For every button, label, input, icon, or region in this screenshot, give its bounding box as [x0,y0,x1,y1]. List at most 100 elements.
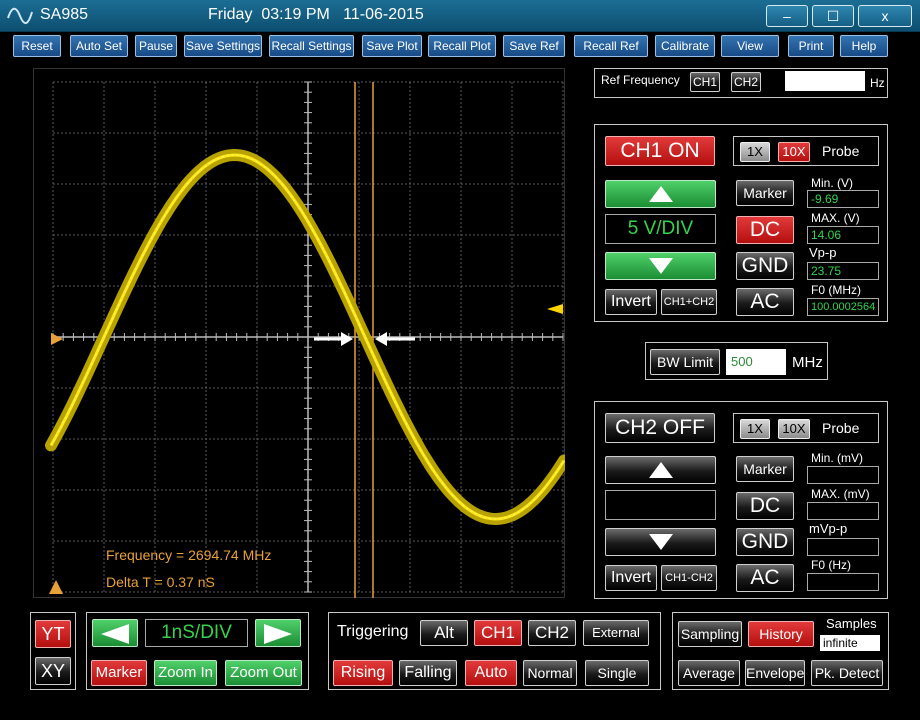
trigger-level-marker-icon[interactable] [547,304,563,314]
zoom-in-button[interactable]: Zoom In [154,660,217,686]
ref-ch2-button[interactable]: CH2 [731,72,761,92]
ch2-volts-up-button[interactable] [605,456,716,484]
ch2-volts-down-button[interactable] [605,528,716,556]
save-settings-button[interactable]: Save Settings [184,35,262,57]
recall-ref-button[interactable]: Recall Ref [574,35,648,57]
sampling-button[interactable]: Sampling [678,621,742,647]
minimize-button[interactable]: – [766,5,808,27]
ch1-min-label: Min. (V) [811,176,853,190]
trigger-ch1-button[interactable]: CH1 [474,620,522,646]
ch2-invert-button[interactable]: Invert [605,565,657,591]
ch1-dc-button[interactable]: DC [736,216,794,244]
ch1-on-button[interactable]: CH1 ON [605,136,715,166]
trigger-alt-button[interactable]: Alt [420,620,468,646]
ref-frequency-input[interactable] [785,71,865,91]
ch2-vpp-label: mVp-p [809,521,848,536]
ch1-probe-10x-button[interactable]: 10X [778,142,810,162]
trigger-falling-button[interactable]: Falling [399,660,457,686]
ch1-math-button[interactable]: CH1+CH2 [661,289,717,315]
ch1-vpp-value: 23.75 [807,262,879,280]
save-ref-button[interactable]: Save Ref [503,35,565,57]
ch1-max-label: MAX. (V) [811,211,860,225]
ch1-vpp-label: Vp-p [809,245,837,260]
ch1-f0-label: F0 (MHz) [811,283,861,297]
trigger-external-button[interactable]: External [583,620,649,646]
ch2-min-value [807,466,879,484]
bw-limit-input[interactable]: 500 [726,349,786,375]
ch1-marker-button[interactable]: Marker [736,180,794,206]
ch1-invert-button[interactable]: Invert [605,289,657,315]
ch2-min-label: Min. (mV) [811,451,863,465]
bw-limit-button[interactable]: BW Limit [650,349,720,375]
pause-button[interactable]: Pause [135,35,177,57]
calibrate-button[interactable]: Calibrate [655,35,715,57]
envelope-button[interactable]: Envelope [745,660,805,686]
waveform-logo-icon [7,7,33,24]
ch2-ac-button[interactable]: AC [736,564,794,592]
ch1-gnd-button[interactable]: GND [736,252,794,280]
ch1-probe-1x-button[interactable]: 1X [740,142,770,162]
ref-frequency-label: Ref Frequency [601,73,680,87]
timebase-increase-button[interactable] [255,619,301,647]
average-button[interactable]: Average [678,660,740,686]
maximize-button[interactable]: ☐ [812,5,854,27]
scope-graticule [45,81,565,598]
ch1-volts-div-display: 5 V/DIV [605,214,716,244]
trigger-single-button[interactable]: Single [585,660,649,686]
frequency-readout: Frequency = 2694.74 MHz [106,547,272,563]
samples-input[interactable]: infinite [820,635,880,651]
ch1-ac-button[interactable]: AC [736,288,794,316]
auto-set-button[interactable]: Auto Set [70,35,128,57]
timebase-decrease-button[interactable] [92,619,138,647]
samples-label: Samples [826,616,877,631]
delta-t-readout: Delta T = 0.37 nS [106,574,215,590]
date-time-display: Friday 03:19 PM 11-06-2015 [208,6,424,23]
ch2-gnd-button[interactable]: GND [736,528,794,556]
ch1-probe-label: Probe [822,143,860,159]
trigger-rising-button[interactable]: Rising [333,660,393,686]
close-button[interactable]: x [858,5,912,27]
ch2-dc-button[interactable]: DC [736,492,794,520]
timebase-marker-button[interactable]: Marker [91,660,147,686]
trigger-auto-button[interactable]: Auto [465,660,517,686]
right-arrow-icon [264,624,292,644]
history-button[interactable]: History [748,621,814,647]
help-button[interactable]: Help [840,35,888,57]
recall-settings-button[interactable]: Recall Settings [269,35,354,57]
yt-mode-button[interactable]: YT [35,620,71,648]
trigger-normal-button[interactable]: Normal [523,660,577,686]
ch2-math-button[interactable]: CH1-CH2 [661,565,717,591]
ch1-volts-down-button[interactable] [605,252,716,280]
delta-arrow-right-icon [375,332,415,346]
up-arrow-icon [648,186,673,202]
ch2-max-label: MAX. (mV) [811,487,870,501]
ch1-max-value: 14.06 [807,226,879,244]
trigger-ch2-button[interactable]: CH2 [528,620,576,646]
zoom-out-button[interactable]: Zoom Out [225,660,302,686]
ch2-max-value [807,502,879,520]
ref-ch1-button[interactable]: CH1 [690,72,720,92]
ch2-probe-10x-button[interactable]: 10X [778,419,810,439]
ch2-off-button[interactable]: CH2 OFF [605,413,715,443]
save-plot-button[interactable]: Save Plot [362,35,422,57]
up-arrow-icon [648,462,673,478]
ch2-marker-button[interactable]: Marker [736,456,794,482]
ch1-level-marker-icon[interactable] [51,333,63,345]
xy-mode-button[interactable]: XY [35,657,71,685]
trigger-position-marker-icon[interactable] [49,580,63,594]
print-button[interactable]: Print [788,35,834,57]
timebase-display: 1nS/DIV [145,619,248,647]
ch2-probe-label: Probe [822,420,860,436]
triggering-label: Triggering [337,623,409,640]
ch1-volts-up-button[interactable] [605,180,716,208]
recall-plot-button[interactable]: Recall Plot [428,35,496,57]
view-button[interactable]: View [721,35,779,57]
ref-frequency-unit: Hz [870,76,885,90]
ch2-f0-label: F0 (Hz) [811,558,851,572]
reset-button[interactable]: Reset [13,35,61,57]
ch1-min-value: -9.69 [807,190,879,208]
ch2-vpp-value [807,538,879,556]
pk-detect-button[interactable]: Pk. Detect [811,660,883,686]
ch2-probe-1x-button[interactable]: 1X [740,419,770,439]
app-title: SA985 [40,6,89,23]
